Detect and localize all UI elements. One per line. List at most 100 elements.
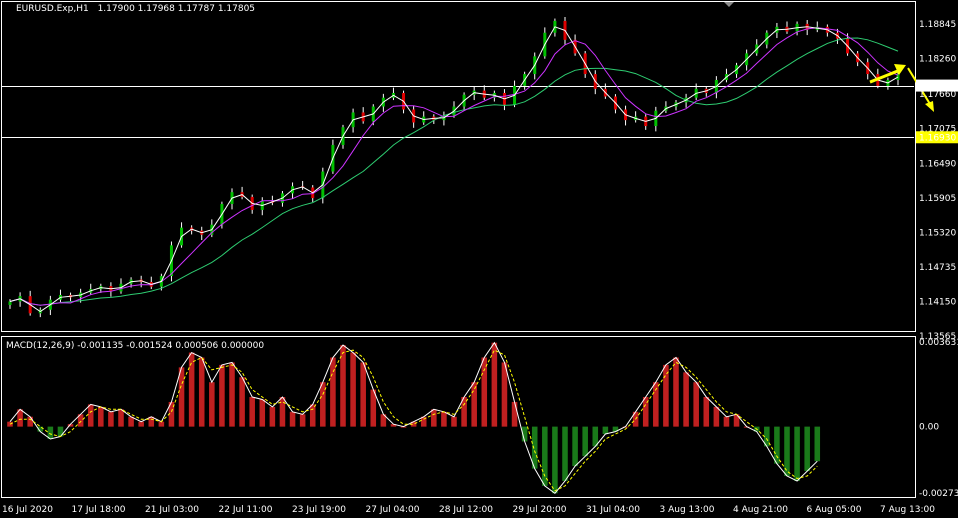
macd-y-tick: 0.003631 bbox=[919, 338, 958, 348]
price-layer bbox=[2, 17, 934, 318]
y-tick: 1.16490 bbox=[919, 159, 956, 169]
macd-bar bbox=[451, 416, 457, 427]
macd-bar bbox=[481, 357, 488, 427]
macd-bar bbox=[552, 426, 558, 494]
macd-bar bbox=[198, 357, 205, 427]
macd-y-axis: 0.003631 0.00 -0.002739 bbox=[919, 338, 958, 499]
macd-bar bbox=[814, 426, 821, 462]
macd-bar bbox=[309, 404, 316, 427]
macd-bar bbox=[673, 357, 679, 427]
macd-bar bbox=[269, 406, 276, 427]
y-tick: 1.18845 bbox=[919, 20, 956, 30]
x-tick: 23 Jul 19:00 bbox=[292, 505, 346, 515]
macd-pane-frame bbox=[1, 336, 916, 498]
y-tick: 1.15905 bbox=[919, 194, 956, 204]
x-tick: 17 Jul 18:00 bbox=[72, 505, 126, 515]
macd-bar bbox=[683, 372, 689, 427]
macd-bar bbox=[511, 401, 518, 427]
macd-bar bbox=[118, 409, 124, 427]
y-tick: 1.14735 bbox=[919, 263, 956, 273]
macd-title: MACD(12,26,9) -0.001135 -0.001524 0.0005… bbox=[6, 341, 264, 351]
macd-bar bbox=[703, 397, 710, 427]
macd-bar bbox=[239, 377, 245, 427]
macd-bar bbox=[98, 406, 104, 427]
x-tick: 16 Jul 2020 bbox=[2, 505, 53, 515]
macd-bar bbox=[299, 414, 306, 427]
macd-bar bbox=[774, 426, 780, 464]
x-tick: 4 Aug 21:00 bbox=[733, 505, 788, 515]
level-price-text: 1.16930 bbox=[919, 133, 956, 143]
macd-bar bbox=[138, 421, 144, 427]
macd-bar bbox=[188, 352, 195, 427]
macd-bar bbox=[108, 411, 114, 427]
y-tick: 1.14150 bbox=[919, 297, 956, 307]
macd-bar bbox=[87, 404, 94, 427]
y-tick: 1.15320 bbox=[919, 228, 956, 238]
arrow-up-head bbox=[894, 64, 906, 76]
ma-mid-line bbox=[9, 27, 899, 306]
macd-bar bbox=[320, 382, 326, 427]
x-tick: 27 Jul 04:00 bbox=[366, 505, 420, 515]
macd-bar bbox=[471, 382, 477, 427]
macd-bar bbox=[158, 421, 165, 427]
x-tick: 7 Aug 13:00 bbox=[880, 505, 935, 515]
macd-bar bbox=[582, 426, 588, 457]
symbol-label: EURUSD.Exp,H1 bbox=[16, 4, 89, 14]
macd-bar bbox=[441, 411, 447, 427]
current-price-text: 1.17805 bbox=[919, 82, 956, 92]
chart-canvas[interactable]: EURUSD.Exp,H1 1.17900 1.17968 1.17787 1.… bbox=[0, 0, 958, 518]
macd-y-tick: -0.002739 bbox=[919, 489, 958, 499]
x-tick: 22 Jul 11:00 bbox=[219, 505, 273, 515]
chart-window: EURUSD.Exp,H1 1.17900 1.17968 1.17787 1.… bbox=[0, 0, 958, 518]
x-tick: 21 Jul 03:00 bbox=[145, 505, 199, 515]
macd-bar bbox=[249, 397, 255, 427]
price-y-axis: 1.18845 1.18260 1.17660 1.17075 1.16490 … bbox=[919, 20, 956, 342]
macd-bar bbox=[693, 382, 699, 427]
macd-bar bbox=[713, 406, 720, 427]
macd-bar bbox=[350, 352, 356, 427]
macd-bar bbox=[572, 426, 578, 467]
macd-bar bbox=[562, 426, 568, 481]
macd-bar bbox=[804, 426, 810, 472]
price-labels: 1.17805 1.16930 bbox=[916, 79, 958, 144]
x-tick: 28 Jul 12:00 bbox=[439, 505, 493, 515]
y-tick: 1.17660 bbox=[919, 90, 956, 100]
arrow-down-head bbox=[925, 101, 934, 113]
macd-bar bbox=[330, 357, 336, 427]
macd-bar bbox=[360, 362, 366, 427]
current-price-label: 1.17805 bbox=[916, 79, 958, 92]
macd-bar bbox=[27, 416, 33, 427]
macd-bar bbox=[663, 364, 669, 427]
macd-bar bbox=[431, 409, 437, 427]
ma-fast-line bbox=[9, 26, 899, 313]
y-tick: 1.18260 bbox=[919, 55, 956, 65]
x-tick: 3 Aug 13:00 bbox=[660, 505, 715, 515]
time-axis: 16 Jul 2020 17 Jul 18:00 21 Jul 03:00 22… bbox=[2, 505, 935, 515]
price-pane-frame bbox=[1, 1, 916, 332]
macd-bar bbox=[57, 426, 64, 437]
macd-bar bbox=[209, 382, 215, 427]
x-tick: 29 Jul 20:00 bbox=[513, 505, 567, 515]
macd-bar bbox=[723, 416, 730, 427]
macd-bar bbox=[794, 426, 800, 481]
macd-bar bbox=[259, 399, 266, 427]
macd-bar bbox=[602, 426, 609, 435]
chart-shift-marker[interactable] bbox=[724, 2, 734, 7]
macd-bar bbox=[229, 362, 235, 427]
ohlc-label: 1.17900 1.17968 1.17787 1.17805 bbox=[98, 4, 255, 14]
macd-bar bbox=[279, 397, 286, 427]
macd-bar bbox=[542, 426, 548, 486]
ma-slow-line bbox=[9, 37, 899, 306]
x-tick: 6 Aug 05:00 bbox=[807, 505, 862, 515]
macd-bar bbox=[289, 411, 296, 427]
macd-layer bbox=[7, 341, 821, 494]
macd-bar bbox=[491, 342, 498, 427]
macd-bar bbox=[178, 367, 185, 427]
level-price-label: 1.16930 bbox=[916, 131, 958, 144]
chart-title: EURUSD.Exp,H1 1.17900 1.17968 1.17787 1.… bbox=[16, 4, 255, 14]
macd-y-tick: 0.00 bbox=[919, 423, 939, 433]
macd-bar bbox=[501, 362, 508, 427]
macd-bar bbox=[219, 364, 225, 427]
x-tick: 31 Jul 04:00 bbox=[586, 505, 640, 515]
candle-body bbox=[8, 301, 12, 306]
